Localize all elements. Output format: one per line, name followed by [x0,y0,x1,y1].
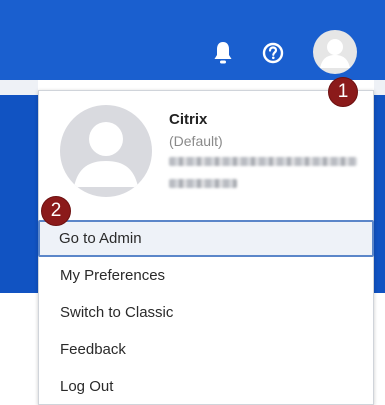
menu-item-switch-to-classic[interactable]: Switch to Classic [39,294,373,331]
menu-item-log-out[interactable]: Log Out [39,368,373,405]
profile-tag: (Default) [169,133,223,149]
menu-item-feedback[interactable]: Feedback [39,331,373,368]
profile-avatar [60,105,152,197]
bell-icon[interactable] [212,40,234,66]
redacted-id [169,179,237,188]
profile-name: Citrix [169,111,208,128]
user-menu-list: Go to Admin My Preferences Switch to Cla… [38,220,374,405]
step-badge-1: 1 [328,77,358,107]
page-background-strip [0,80,38,95]
redacted-email [169,157,357,166]
step-badge-2: 2 [41,196,71,226]
menu-item-my-preferences[interactable]: My Preferences [39,257,373,294]
user-avatar-icon[interactable] [313,30,357,74]
page-background-strip [374,80,385,95]
help-icon[interactable] [262,42,284,64]
menu-item-go-to-admin[interactable]: Go to Admin [38,220,374,257]
user-menu-dropdown: Citrix (Default) Go to Admin My Preferen… [38,90,374,405]
